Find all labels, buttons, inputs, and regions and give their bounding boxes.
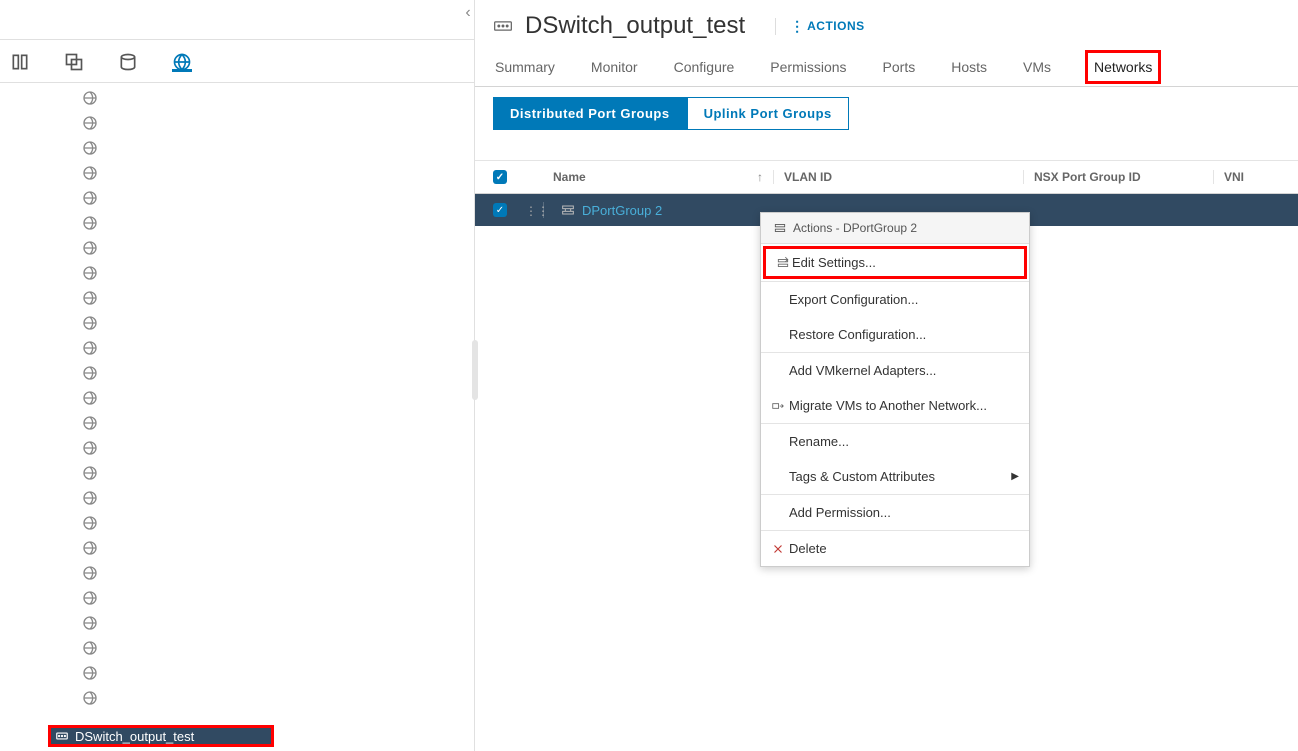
portgroup-icon [560, 202, 576, 218]
menu-edit-settings[interactable]: Edit Settings... [763, 246, 1027, 279]
network-item[interactable] [82, 335, 98, 360]
network-item[interactable] [82, 185, 98, 210]
network-item[interactable] [82, 210, 98, 235]
col-name[interactable]: Name ↑ [543, 170, 773, 184]
networking-icon[interactable] [172, 52, 192, 72]
network-item[interactable] [82, 660, 98, 685]
network-item[interactable] [82, 435, 98, 460]
network-item[interactable] [82, 160, 98, 185]
network-item[interactable] [82, 585, 98, 610]
delete-icon [771, 542, 785, 556]
tab-configure[interactable]: Configure [672, 50, 737, 86]
portgroup-icon [773, 221, 787, 235]
page-title: DSwitch_output_test [525, 12, 745, 40]
tab-networks[interactable]: Networks [1085, 50, 1161, 84]
submenu-arrow-icon: ▶ [1011, 471, 1019, 482]
main-tabs: Summary Monitor Configure Permissions Po… [475, 50, 1298, 87]
hosts-clusters-icon[interactable] [10, 52, 30, 72]
network-item[interactable] [82, 510, 98, 535]
menu-export-config[interactable]: Export Configuration... [761, 282, 1029, 317]
tree-selected-dswitch[interactable]: DSwitch_output_test [48, 725, 274, 747]
top-strip [0, 0, 474, 40]
network-item[interactable] [82, 285, 98, 310]
network-item[interactable] [82, 560, 98, 585]
inventory-panel: ‹ [0, 0, 475, 751]
network-item[interactable] [82, 460, 98, 485]
tab-hosts[interactable]: Hosts [949, 50, 989, 86]
portgroup-link[interactable]: DPortGroup 2 [582, 203, 662, 218]
network-item[interactable] [82, 385, 98, 410]
network-item[interactable] [82, 310, 98, 335]
network-item[interactable] [82, 410, 98, 435]
context-menu-header: Actions - DPortGroup 2 [761, 213, 1029, 244]
menu-tags[interactable]: Tags & Custom Attributes ▶ [761, 459, 1029, 494]
subtab-distributed-port-groups[interactable]: Distributed Port Groups [493, 97, 687, 130]
actions-label: ACTIONS [807, 19, 865, 33]
network-item[interactable] [82, 685, 98, 710]
vms-templates-icon[interactable] [64, 52, 84, 72]
sub-tabs: Distributed Port Groups Uplink Port Grou… [475, 87, 1298, 140]
network-item[interactable] [82, 485, 98, 510]
migrate-icon [771, 399, 785, 413]
tree-selected-label: DSwitch_output_test [75, 729, 194, 744]
subtab-uplink-port-groups[interactable]: Uplink Port Groups [687, 97, 849, 130]
splitter-handle[interactable] [472, 340, 478, 400]
tab-monitor[interactable]: Monitor [589, 50, 640, 86]
tab-summary[interactable]: Summary [493, 50, 557, 86]
network-item[interactable] [82, 535, 98, 560]
network-item[interactable] [82, 110, 98, 135]
menu-add-vmkernel[interactable]: Add VMkernel Adapters... [761, 353, 1029, 388]
inventory-nav [0, 40, 474, 83]
menu-rename[interactable]: Rename... [761, 424, 1029, 459]
row-checkbox[interactable]: ✓ [493, 203, 507, 217]
network-item[interactable] [82, 360, 98, 385]
network-item[interactable] [82, 235, 98, 260]
dswitch-icon [55, 729, 69, 743]
col-vni[interactable]: VNI [1213, 170, 1263, 184]
menu-delete[interactable]: Delete [761, 531, 1029, 566]
collapse-left-icon[interactable]: ‹ [461, 6, 475, 20]
col-nsx[interactable]: NSX Port Group ID [1023, 170, 1213, 184]
col-vlan[interactable]: VLAN ID [773, 170, 1023, 184]
menu-restore-config[interactable]: Restore Configuration... [761, 317, 1029, 352]
menu-add-permission[interactable]: Add Permission... [761, 495, 1029, 530]
inventory-tree: › DSwitch_output_test [0, 83, 474, 751]
tab-vms[interactable]: VMs [1021, 50, 1053, 86]
network-item[interactable] [82, 635, 98, 660]
actions-menu-button[interactable]: ⋮ ACTIONS [775, 18, 865, 35]
dswitch-icon [493, 16, 513, 36]
network-item[interactable] [82, 260, 98, 285]
tab-ports[interactable]: Ports [881, 50, 918, 86]
storage-icon[interactable] [118, 52, 138, 72]
context-menu: Actions - DPortGroup 2 Edit Settings... … [760, 212, 1030, 567]
page-header: DSwitch_output_test ⋮ ACTIONS [475, 0, 1298, 50]
table-header: ✓ Name ↑ VLAN ID NSX Port Group ID VNI [475, 160, 1298, 194]
menu-migrate-vms[interactable]: Migrate VMs to Another Network... [761, 388, 1029, 423]
vertical-dots-icon: ⋮ [790, 18, 803, 35]
network-item[interactable] [82, 135, 98, 160]
network-item[interactable] [82, 610, 98, 635]
select-all-checkbox[interactable]: ✓ [493, 170, 507, 184]
tab-permissions[interactable]: Permissions [768, 50, 848, 86]
edit-icon [776, 256, 790, 270]
network-item[interactable] [82, 85, 98, 110]
sort-asc-icon: ↑ [757, 170, 763, 184]
